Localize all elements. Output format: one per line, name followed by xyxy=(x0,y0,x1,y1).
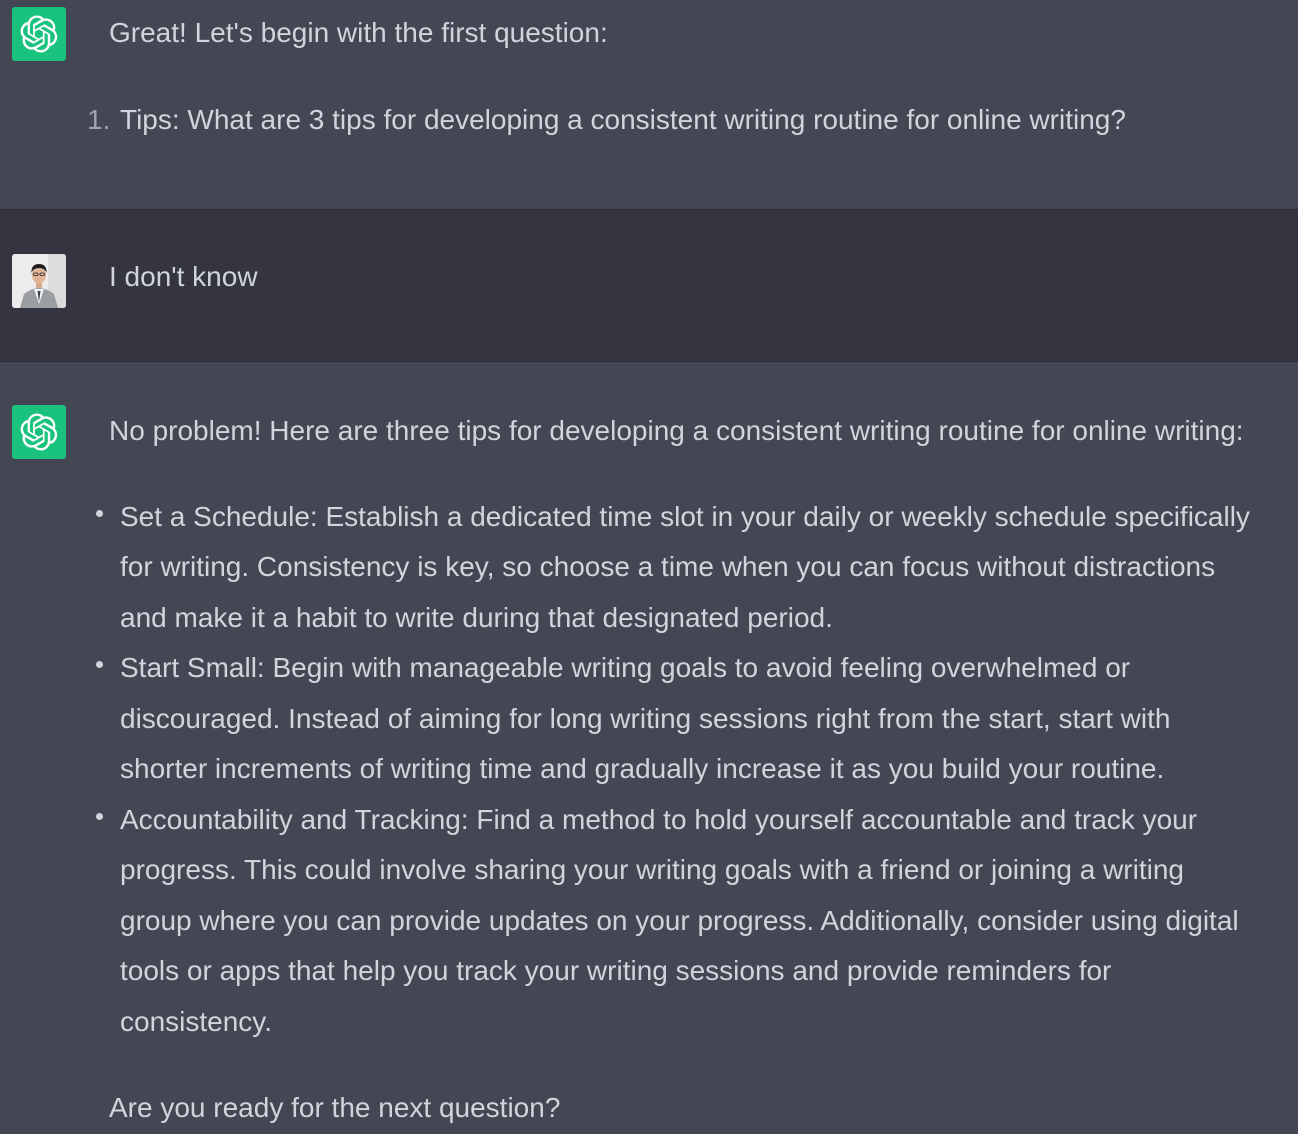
list-item-line: Set a Schedule: Establish a dedicated ti… xyxy=(120,500,1250,532)
bullet-icon xyxy=(96,812,103,820)
list-item-line: progress. This could involve sharing you… xyxy=(120,854,1184,885)
assistant-message-text: No problem! Here are three tips for deve… xyxy=(96,406,1286,1134)
list-item-line: shorter increments of writing time and g… xyxy=(120,753,1165,784)
openai-logo-icon xyxy=(12,7,66,61)
bullet-list-item: Set a Schedule: Establish a dedicated ti… xyxy=(96,492,1286,644)
assistant-message-1: Great! Let's begin with the first questi… xyxy=(0,0,1298,209)
list-item-line: and make it a habit to write during that… xyxy=(120,601,833,633)
list-item-line: group where you can provide updates on y… xyxy=(120,904,1239,936)
list-item-line: discouraged. Instead of aiming for long … xyxy=(120,702,1171,734)
bullet-list-item: Accountability and Tracking: Find a meth… xyxy=(96,795,1286,1048)
list-item-text: Tips: What are 3 tips for developing a c… xyxy=(120,103,1126,135)
user-message-text: I don't know xyxy=(109,252,1286,303)
bullet-list-item: Start Small: Begin with manageable writi… xyxy=(96,643,1286,795)
user-avatar xyxy=(12,254,66,308)
list-item-line: Start Small: Begin with manageable writi… xyxy=(120,652,1131,683)
bullet-icon xyxy=(96,509,103,517)
message-paragraph: Are you ready for the next question? xyxy=(109,1092,561,1123)
list-item-line: consistency. xyxy=(120,1005,272,1037)
list-item-line: tools or apps that help you track your w… xyxy=(120,955,1112,986)
assistant-message-text: Great! Let's begin with the first questi… xyxy=(87,8,1286,146)
message-paragraph: Great! Let's begin with the first questi… xyxy=(109,17,608,48)
list-number: 1. xyxy=(87,103,111,135)
openai-logo-icon xyxy=(12,405,66,459)
assistant-message-2: No problem! Here are three tips for deve… xyxy=(0,362,1298,1132)
message-paragraph: I don't know xyxy=(109,261,258,292)
numbered-list-item: 1. Tips: What are 3 tips for developing … xyxy=(87,95,1286,146)
list-item-line: Accountability and Tracking: Find a meth… xyxy=(120,803,1198,835)
message-paragraph: No problem! Here are three tips for deve… xyxy=(109,415,1244,446)
bullet-icon xyxy=(96,661,103,668)
list-item-line: for writing. Consistency is key, so choo… xyxy=(120,551,1216,582)
user-message: I don't know xyxy=(0,209,1298,362)
